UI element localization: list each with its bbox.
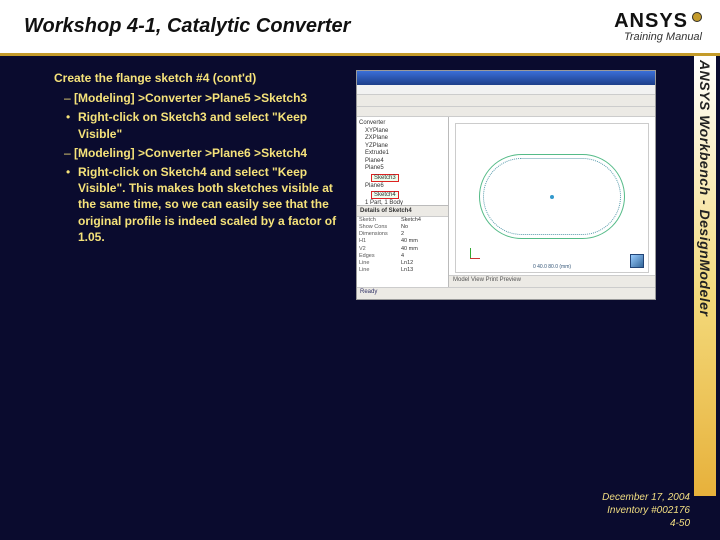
details-row: Edges4 xyxy=(357,253,448,260)
instruction-heading: Create the flange sketch #4 (cont'd) xyxy=(54,70,344,86)
step-2-sub: Right-click on Sketch4 and select "Keep … xyxy=(54,164,344,245)
slide-header: Workshop 4-1, Catalytic Converter ANSYS … xyxy=(0,0,720,56)
center-point-icon xyxy=(550,195,554,199)
footer-date: December 17, 2004 xyxy=(602,491,690,504)
tree-highlight-sketch4: Sketch4 xyxy=(371,191,399,199)
step-1-sub-text: Right-click on Sketch3 and select "Keep … xyxy=(78,110,307,140)
side-band: ANSYS Workbench - DesignModeler xyxy=(694,56,716,496)
tree-item: XYPlane xyxy=(359,128,446,136)
details-row: LineLn12 xyxy=(357,260,448,267)
tree-item: Plane6 xyxy=(359,183,446,191)
step-1-sub: Right-click on Sketch3 and select "Keep … xyxy=(54,109,344,141)
window-titlebar xyxy=(357,71,655,85)
window-menubar xyxy=(357,85,655,95)
details-row: LineLn13 xyxy=(357,267,448,274)
details-row: Show ConsNo xyxy=(357,224,448,231)
details-row: Dimensions2 xyxy=(357,231,448,238)
slide-title: Workshop 4-1, Catalytic Converter xyxy=(24,15,350,38)
details-header: Details of Sketch4 xyxy=(357,206,448,217)
axis-triad-icon xyxy=(460,248,482,270)
tree-item: YZPlane xyxy=(359,143,446,151)
tree-root: Converter xyxy=(359,120,446,128)
details-row: H140 mm xyxy=(357,238,448,245)
slide-footer: December 17, 2004 Inventory #002176 4-50 xyxy=(602,491,690,530)
tree-panel: Converter XYPlane ZXPlane YZPlane Extrud… xyxy=(357,117,449,287)
details-row: SketchSketch4 xyxy=(357,217,448,224)
status-ready: Ready xyxy=(360,289,377,295)
tree-highlight-sketch3: Sketch3 xyxy=(371,174,399,182)
view-tabs: Model View Print Preview xyxy=(449,275,655,287)
step-1: [Modeling] >Converter >Plane5 >Sketch3 xyxy=(54,90,344,106)
brand-block: ANSYS Training Manual xyxy=(614,10,702,43)
side-band-text: ANSYS Workbench - DesignModeler xyxy=(697,60,713,316)
tree-outline: Converter XYPlane ZXPlane YZPlane Extrud… xyxy=(357,117,448,205)
step-1-path: [Modeling] >Converter >Plane5 >Sketch3 xyxy=(74,91,307,105)
step-2-sub-text: Right-click on Sketch4 and select "Keep … xyxy=(78,165,336,244)
brand-logo: ANSYS xyxy=(614,10,702,33)
app-screenshot: Converter XYPlane ZXPlane YZPlane Extrud… xyxy=(356,70,656,300)
details-panel: Details of Sketch4 SketchSketch4 Show Co… xyxy=(357,205,448,287)
tree-item: Plane4 xyxy=(359,158,446,166)
instruction-text: Create the flange sketch #4 (cont'd) [Mo… xyxy=(54,70,344,540)
step-2-path: [Modeling] >Converter >Plane6 >Sketch4 xyxy=(74,146,307,160)
brand-text: ANSYS xyxy=(614,10,688,32)
window-toolbar xyxy=(357,95,655,107)
details-row: V240 mm xyxy=(357,246,448,253)
tree-item: Extrude1 xyxy=(359,150,446,158)
brand-dot-icon xyxy=(692,12,702,22)
status-bar: Ready xyxy=(357,287,655,299)
view-cube-icon xyxy=(630,254,644,268)
window-toolbar-2 xyxy=(357,107,655,117)
footer-page: 4-50 xyxy=(602,517,690,530)
footer-inventory: Inventory #002176 xyxy=(602,504,690,517)
tree-item: ZXPlane xyxy=(359,135,446,143)
graphics-view: 0 40.0 80.0 (mm) Model View Print Previe… xyxy=(449,117,655,287)
tree-item: Plane5 xyxy=(359,165,446,173)
step-2: [Modeling] >Converter >Plane6 >Sketch4 xyxy=(54,145,344,161)
viewport: 0 40.0 80.0 (mm) xyxy=(455,123,649,273)
ruler-label: 0 40.0 80.0 (mm) xyxy=(533,264,571,270)
